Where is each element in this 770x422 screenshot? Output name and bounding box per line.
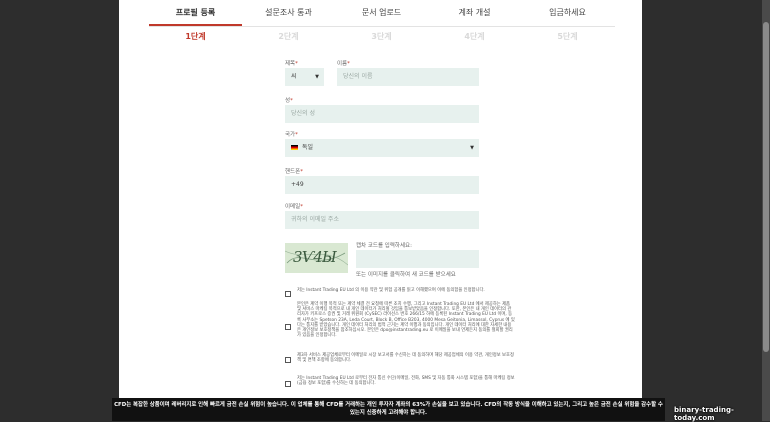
tab-survey[interactable]: 설문조사 통과 [242,7,335,18]
step-4-label: 4단계 [464,32,485,41]
market-reports-checkbox[interactable] [285,357,291,363]
caret-down-icon: ▼ [470,145,474,151]
tab-deposit[interactable]: 입금하세요 [521,7,614,18]
active-tab-indicator [149,24,242,26]
captcha-prompt: 캡차 코드를 입력하세요: [356,243,412,249]
terms-checkbox[interactable] [285,291,291,297]
first-name-input[interactable]: 당신의 이름 [337,68,479,86]
caret-down-icon: ▼ [315,74,319,80]
step-2-label: 2단계 [278,32,299,41]
tab-document-upload[interactable]: 문서 업로드 [335,7,428,18]
site-watermark: binary-trading-today.com [674,406,734,422]
step-1-label: 1단계 [185,32,206,41]
country-select-value: 독일 [302,144,314,151]
captcha-code-text: 3Ѵ4Ы [293,248,337,266]
scrollbar-thumb[interactable] [763,22,769,352]
germany-flag-icon [291,145,298,150]
last-name-input[interactable]: 당신의 성 [285,105,479,123]
country-select[interactable]: 독일 ▼ [285,139,479,157]
captcha-refresh-hint: 또는 이미지를 클릭하여 새 코드를 받으세요 [356,272,456,278]
title-select-value: 씨 [291,73,297,80]
phone-input[interactable]: +49 [285,176,479,194]
email-label: 이메일* [285,204,303,210]
tab-profile-registration[interactable]: 프로필 등록 [149,7,242,18]
risk-warning-banner: CFD는 복잡한 상품이며 레버리지로 인해 빠르게 금전 손실 위험이 높습니… [112,398,665,421]
captcha-input[interactable] [356,250,479,268]
tab-account-opening[interactable]: 계좌 개설 [428,7,521,18]
step-5-label: 5단계 [557,32,578,41]
registration-page: 프로필 등록 설문조사 통과 문서 업로드 계좌 개설 입금하세요 1단계 2단… [119,0,642,421]
email-input[interactable]: 귀하의 이메일 주소 [285,211,479,229]
title-select[interactable]: 씨 ▼ [285,68,324,86]
last-name-label: 성* [285,98,293,104]
title-label: 제목* [285,61,298,67]
captcha-image[interactable]: 3Ѵ4Ы [285,243,348,273]
data-processing-checkbox[interactable] [285,324,291,330]
page-scrollbar[interactable] [762,0,770,421]
first-name-label: 이름* [337,61,350,67]
phone-label: 핸드폰* [285,169,303,175]
marketing-checkbox[interactable] [285,381,291,387]
step-3-label: 3단계 [371,32,392,41]
country-label: 국가* [285,132,298,138]
